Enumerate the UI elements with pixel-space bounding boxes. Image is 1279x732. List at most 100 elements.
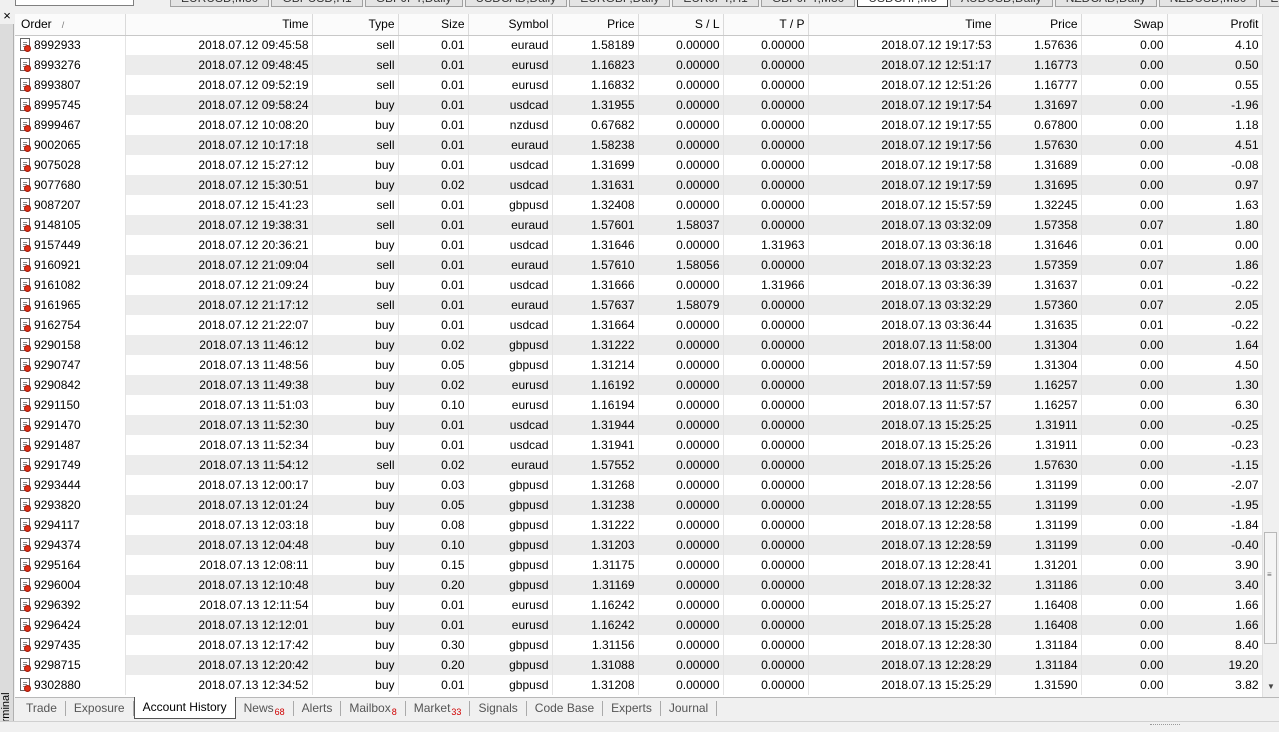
cell-close-price: 1.31184 (995, 635, 1082, 655)
column-header-price[interactable]: Price (995, 14, 1082, 36)
table-row[interactable]: 9290158 2018.07.13 11:46:12 buy 0.02 gbpusd 1… (15, 335, 1262, 355)
table-row[interactable]: 9161082 2018.07.12 21:09:24 buy 0.01 usdcad 1… (15, 275, 1262, 295)
scroll-down-arrow-icon[interactable]: ▼ (1266, 682, 1276, 692)
cell-size: 0.01 (398, 415, 469, 435)
tab-market[interactable]: Market33 (406, 701, 471, 717)
tab-mailbox[interactable]: Mailbox8 (341, 701, 406, 717)
chart-tab[interactable]: NZDCAD,Daily (1054, 0, 1157, 7)
table-row[interactable]: 9302880 2018.07.13 12:34:52 buy 0.01 gbpusd 1… (15, 675, 1262, 695)
table-row[interactable]: 9077680 2018.07.12 15:30:51 buy 0.02 usdcad 1… (15, 175, 1262, 195)
cell-time: 2018.07.12 21:09:04 (125, 255, 313, 275)
toolbar-input[interactable] (15, 0, 134, 6)
chart-tab[interactable]: GBPUSD,H1 (271, 0, 363, 7)
table-row[interactable]: 9291487 2018.07.13 11:52:34 buy 0.01 usdcad 1… (15, 435, 1262, 455)
chart-tab[interactable]: EURJPY,H1 (672, 0, 759, 7)
cell-symbol: usdcad (468, 155, 553, 175)
table-row[interactable]: 9297435 2018.07.13 12:17:42 buy 0.30 gbpusd 1… (15, 635, 1262, 655)
cell-tp: 0.00000 (723, 375, 809, 395)
cell-sl: 0.00000 (638, 155, 724, 175)
table-row[interactable]: 9296004 2018.07.13 12:10:48 buy 0.20 gbpusd 1… (15, 575, 1262, 595)
column-header-swap[interactable]: Swap (1081, 14, 1168, 36)
table-row[interactable]: 9087207 2018.07.12 15:41:23 sell 0.01 gbpusd… (15, 195, 1262, 215)
column-header-time[interactable]: Time (808, 14, 996, 36)
cell-tp: 0.00000 (723, 175, 809, 195)
resize-grip[interactable] (1150, 724, 1180, 730)
tab-alerts[interactable]: Alerts (294, 701, 342, 716)
cell-sl: 0.00000 (638, 315, 724, 335)
table-row[interactable]: 9148105 2018.07.12 19:38:31 sell 0.01 euraud… (15, 215, 1262, 235)
chart-tab[interactable]: GBPJPY,Daily (364, 0, 463, 7)
chart-tab[interactable]: USDCAD,Daily (464, 0, 568, 7)
cell-sl: 0.00000 (638, 35, 724, 55)
table-row[interactable]: 9294117 2018.07.13 12:03:18 buy 0.08 gbpusd 1… (15, 515, 1262, 535)
tab-code-base[interactable]: Code Base (527, 701, 604, 716)
scrollbar-thumb[interactable]: ≡ (1264, 532, 1277, 644)
tab-account-history[interactable]: Account History (133, 697, 236, 719)
column-header-size[interactable]: Size (398, 14, 469, 36)
close-icon[interactable]: × (2, 9, 12, 22)
chart-tab[interactable]: EURUSD,M30 (170, 0, 270, 7)
column-header-order[interactable]: Order / (15, 14, 126, 36)
vertical-scrollbar[interactable]: ≡ ▼ (1262, 14, 1279, 697)
table-row[interactable]: 9298715 2018.07.13 12:20:42 buy 0.20 gbpusd 1… (15, 655, 1262, 675)
table-row[interactable]: 9290842 2018.07.13 11:49:38 buy 0.02 eurusd 1… (15, 375, 1262, 395)
table-row[interactable]: 9291150 2018.07.13 11:51:03 buy 0.10 eurusd 1… (15, 395, 1262, 415)
cell-close-price: 1.31199 (995, 535, 1082, 555)
table-row[interactable]: 9290747 2018.07.13 11:48:56 buy 0.05 gbpusd 1… (15, 355, 1262, 375)
tab-badge: 8 (391, 707, 397, 717)
chart-tab[interactable]: EURCHF,H (1259, 0, 1279, 7)
cell-sl: 1.58079 (638, 295, 724, 315)
column-header-profit[interactable]: Profit (1167, 14, 1262, 36)
closed-order-icon (19, 517, 31, 532)
cell-tp: 0.00000 (723, 115, 809, 135)
cell-time: 2018.07.12 10:08:20 (125, 115, 313, 135)
chart-tab[interactable]: USDCHF,M5 (857, 0, 948, 7)
table-row[interactable]: 9157449 2018.07.12 20:36:21 buy 0.01 usdcad 1… (15, 235, 1262, 255)
chart-tab[interactable]: EURGBP,Daily (569, 0, 671, 7)
chart-tab[interactable]: AUDUSD,Daily (950, 0, 1053, 7)
table-row[interactable]: 9075028 2018.07.12 15:27:12 buy 0.01 usdcad 1… (15, 155, 1262, 175)
table-row[interactable]: 9162754 2018.07.12 21:22:07 buy 0.01 usdcad 1… (15, 315, 1262, 335)
table-row[interactable]: 9296424 2018.07.13 12:12:01 buy 0.01 eurusd 1… (15, 615, 1262, 635)
column-header-t-p[interactable]: T / P (723, 14, 809, 36)
closed-order-icon (19, 157, 31, 172)
column-header-symbol[interactable]: Symbol (468, 14, 553, 36)
cell-sl: 0.00000 (638, 95, 724, 115)
closed-order-icon (19, 257, 31, 272)
table-row[interactable]: 8999467 2018.07.12 10:08:20 buy 0.01 nzdusd 0… (15, 115, 1262, 135)
table-row[interactable]: 9291470 2018.07.13 11:52:30 buy 0.01 usdcad 1… (15, 415, 1262, 435)
table-row[interactable]: 9160921 2018.07.12 21:09:04 sell 0.01 euraud… (15, 255, 1262, 275)
tab-news[interactable]: News68 (236, 701, 294, 717)
table-row[interactable]: 9296392 2018.07.13 12:11:54 buy 0.01 eurusd 1… (15, 595, 1262, 615)
column-header-price[interactable]: Price (552, 14, 639, 36)
table-row[interactable]: 9002065 2018.07.12 10:17:18 sell 0.01 euraud… (15, 135, 1262, 155)
table-row[interactable]: 9295164 2018.07.13 12:08:11 buy 0.15 gbpusd 1… (15, 555, 1262, 575)
order-number: 9294374 (34, 537, 81, 552)
tab-badge: 33 (451, 707, 462, 717)
cell-close-time: 2018.07.13 15:25:26 (808, 455, 996, 475)
cell-close-price: 1.16777 (995, 75, 1082, 95)
table-row[interactable]: 9161965 2018.07.12 21:17:12 sell 0.01 euraud… (15, 295, 1262, 315)
tab-experts[interactable]: Experts (603, 701, 661, 716)
cell-sl: 0.00000 (638, 515, 724, 535)
table-row[interactable]: 9291749 2018.07.13 11:54:12 sell 0.02 euraud… (15, 455, 1262, 475)
tab-exposure[interactable]: Exposure (66, 701, 134, 716)
column-header-type[interactable]: Type (312, 14, 399, 36)
table-row[interactable]: 8993807 2018.07.12 09:52:19 sell 0.01 eurusd… (15, 75, 1262, 95)
table-row[interactable]: 8992933 2018.07.12 09:45:58 sell 0.01 euraud… (15, 35, 1262, 55)
table-row[interactable]: 9294374 2018.07.13 12:04:48 buy 0.10 gbpusd 1… (15, 535, 1262, 555)
table-row[interactable]: 9293820 2018.07.13 12:01:24 buy 0.05 gbpusd 1… (15, 495, 1262, 515)
cell-symbol: eurusd (468, 595, 553, 615)
table-row[interactable]: 9293444 2018.07.13 12:00:17 buy 0.03 gbpusd 1… (15, 475, 1262, 495)
tab-journal[interactable]: Journal (661, 701, 718, 716)
column-header-s-l[interactable]: S / L (638, 14, 724, 36)
table-row[interactable]: 8995745 2018.07.12 09:58:24 buy 0.01 usdcad 1… (15, 95, 1262, 115)
chart-tab[interactable]: NZDUSD,M30 (1158, 0, 1258, 7)
tab-trade[interactable]: Trade (18, 701, 66, 716)
cell-close-time: 2018.07.13 12:28:30 (808, 635, 996, 655)
column-header-time[interactable]: Time (125, 14, 313, 36)
chart-tab[interactable]: GBPJPY,M30 (760, 0, 856, 7)
table-row[interactable]: 8993276 2018.07.12 09:48:45 sell 0.01 eurusd… (15, 55, 1262, 75)
tab-signals[interactable]: Signals (470, 701, 527, 716)
cell-time: 2018.07.13 11:46:12 (125, 335, 313, 355)
